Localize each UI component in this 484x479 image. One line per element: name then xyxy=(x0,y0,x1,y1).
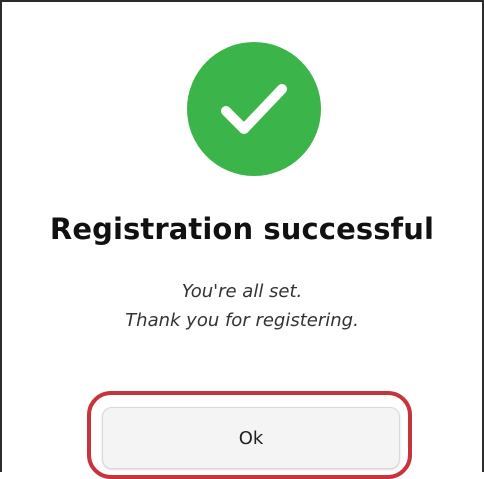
dialog-title: Registration successful xyxy=(49,212,435,246)
checkmark-icon xyxy=(221,84,287,134)
registration-success-dialog: Registration successful You're all set. … xyxy=(0,0,484,479)
message-line-2: Thank you for registering. xyxy=(125,310,359,331)
ok-button[interactable]: Ok xyxy=(102,407,400,469)
dialog-message: You're all set. Thank you for registerin… xyxy=(2,277,482,335)
success-badge xyxy=(187,42,321,176)
message-line-1: You're all set. xyxy=(181,281,303,302)
